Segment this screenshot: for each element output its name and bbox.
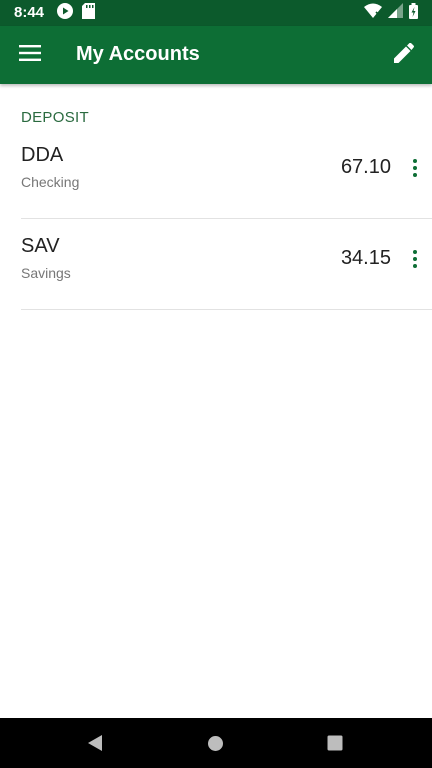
edit-button[interactable] bbox=[390, 41, 418, 69]
account-type: Checking bbox=[21, 174, 80, 190]
wifi-icon bbox=[364, 3, 382, 23]
app-bar: My Accounts bbox=[0, 26, 432, 84]
status-bar: 8:44 bbox=[0, 0, 432, 26]
battery-charging-icon bbox=[409, 2, 418, 24]
more-vert-icon-dot bbox=[413, 173, 417, 177]
account-overflow-menu-button[interactable] bbox=[406, 154, 424, 182]
more-vert-icon-dot bbox=[413, 257, 417, 261]
recents-icon[interactable] bbox=[327, 735, 343, 756]
account-row-dda[interactable]: DDA Checking 67.10 bbox=[21, 128, 432, 219]
status-right-icons bbox=[364, 2, 418, 24]
page-title: My Accounts bbox=[76, 43, 200, 65]
status-time: 8:44 bbox=[14, 4, 45, 21]
signal-icon bbox=[388, 3, 403, 23]
home-icon[interactable] bbox=[207, 735, 224, 757]
account-row-sav[interactable]: SAV Savings 34.15 bbox=[21, 219, 432, 310]
account-code: SAV bbox=[21, 235, 60, 257]
section-header-deposit: DEPOSIT bbox=[21, 109, 89, 126]
status-left-icons bbox=[56, 2, 95, 25]
account-balance: 34.15 bbox=[340, 247, 391, 269]
menu-button[interactable] bbox=[16, 41, 44, 69]
account-type: Savings bbox=[21, 265, 71, 281]
menu-icon bbox=[19, 44, 41, 66]
edit-icon bbox=[394, 42, 414, 68]
system-nav-bar bbox=[0, 718, 432, 768]
row-divider bbox=[21, 309, 432, 310]
account-overflow-menu-button[interactable] bbox=[406, 245, 424, 273]
more-vert-icon-dot bbox=[413, 264, 417, 268]
more-vert-icon-dot bbox=[413, 166, 417, 170]
sd-card-icon bbox=[82, 2, 95, 24]
back-icon[interactable] bbox=[86, 734, 104, 757]
account-code: DDA bbox=[21, 144, 64, 166]
play-store-icon bbox=[56, 2, 74, 25]
account-balance: 67.10 bbox=[340, 156, 391, 178]
more-vert-icon-dot bbox=[413, 250, 417, 254]
more-vert-icon-dot bbox=[413, 159, 417, 163]
